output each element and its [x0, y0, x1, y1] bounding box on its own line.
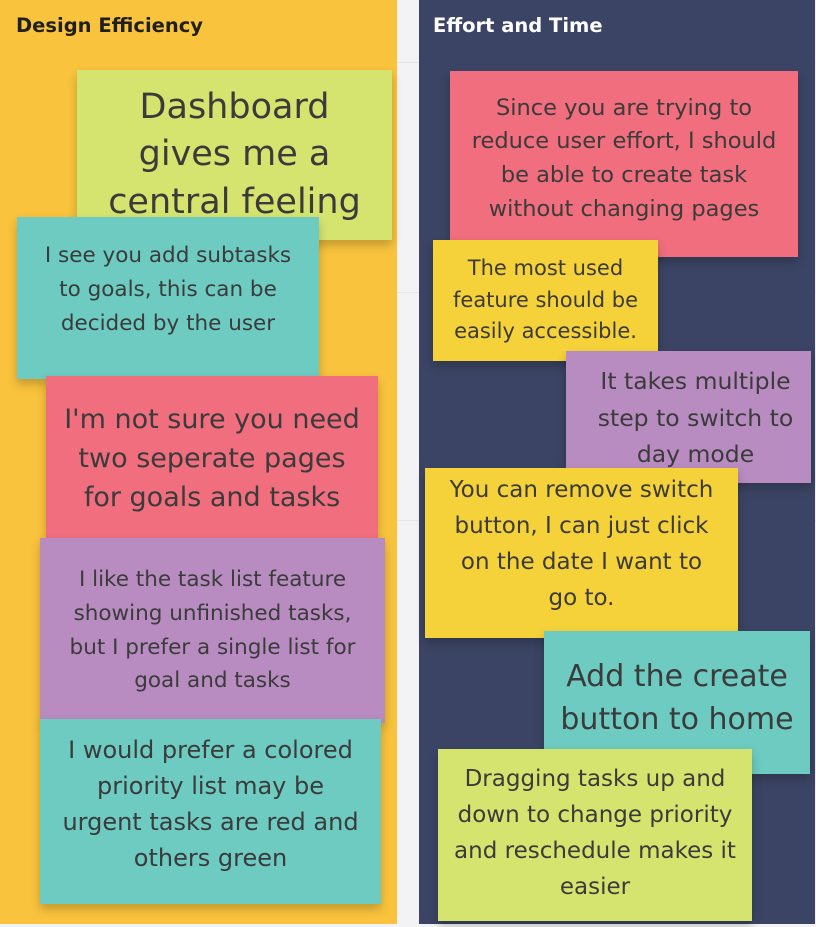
sticky-note[interactable]: The most used feature should be easily a… [433, 240, 658, 361]
sticky-note-text: I'm not sure you need two seperate pages… [64, 403, 360, 514]
sticky-note[interactable]: I see you add subtasks to goals, this ca… [17, 217, 319, 379]
column-effort-and-time[interactable]: Effort and Time Since you are trying to … [419, 0, 815, 924]
sticky-note-text: Add the create button to home [560, 658, 794, 737]
sticky-note-text: I would prefer a colored priority list m… [62, 735, 359, 872]
column-title: Effort and Time [433, 14, 603, 37]
sticky-note-text: Dragging tasks up and down to change pri… [454, 765, 736, 901]
column-design-efficiency[interactable]: Design Efficiency Dashboard gives me a c… [0, 0, 397, 924]
sticky-note-text: I like the task list feature showing unf… [69, 567, 356, 694]
sticky-note[interactable]: Dashboard gives me a central feeling [77, 70, 392, 240]
sticky-note[interactable]: Since you are trying to reduce user effo… [450, 71, 798, 257]
sticky-note-text: Dashboard gives me a central feeling [108, 86, 361, 222]
sticky-note[interactable]: I would prefer a colored priority list m… [40, 719, 381, 904]
sticky-note-text: You can remove switch button, I can just… [449, 476, 714, 612]
sticky-note[interactable]: Dragging tasks up and down to change pri… [438, 749, 752, 921]
column-title: Design Efficiency [16, 14, 204, 37]
sticky-note-text: It takes multiple step to switch to day … [597, 367, 794, 469]
sticky-note-text: I see you add subtasks to goals, this ca… [44, 243, 292, 336]
sticky-note[interactable]: I like the task list feature showing unf… [40, 538, 385, 723]
sticky-note[interactable]: You can remove switch button, I can just… [425, 468, 738, 638]
sticky-note-text: Since you are trying to reduce user effo… [471, 94, 777, 222]
sticky-note[interactable]: I'm not sure you need two seperate pages… [46, 376, 378, 541]
sticky-note-text: The most used feature should be easily a… [453, 256, 638, 344]
sticky-note[interactable]: It takes multiple step to switch to day … [566, 351, 811, 483]
